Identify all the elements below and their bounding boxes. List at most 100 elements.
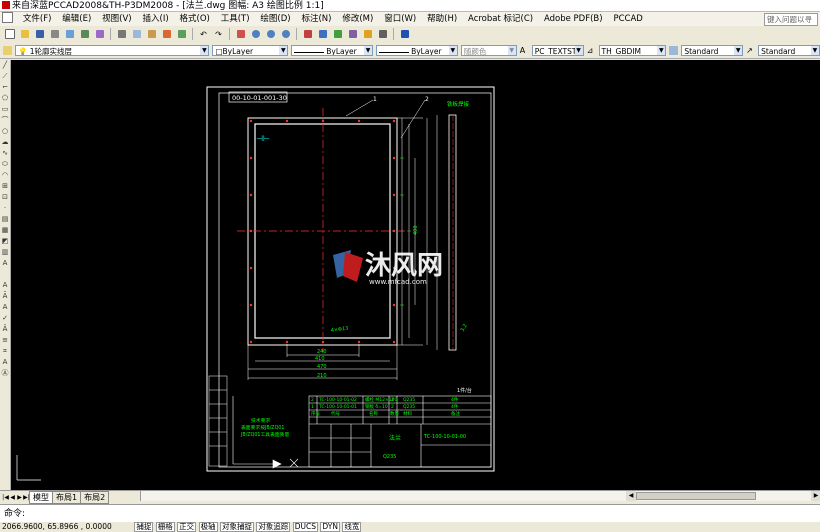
- calculator-icon[interactable]: [376, 28, 389, 41]
- polyline-icon[interactable]: ⌐: [0, 82, 10, 93]
- publish-icon[interactable]: [78, 28, 91, 41]
- dim-style-dropdown[interactable]: TH_GBDIM ▼: [598, 45, 667, 56]
- menu-pccad[interactable]: PCCAD: [609, 12, 646, 26]
- design-center-icon[interactable]: [316, 28, 329, 41]
- tool-palettes-icon[interactable]: [331, 28, 344, 41]
- menu-edit[interactable]: 编辑(E): [58, 12, 95, 26]
- menu-file[interactable]: 文件(F): [19, 12, 56, 26]
- toggle-ducs[interactable]: DUCS: [292, 522, 318, 532]
- new-icon[interactable]: [3, 28, 16, 41]
- document-icon[interactable]: [2, 12, 13, 23]
- help-icon[interactable]: [398, 28, 411, 41]
- menu-draw[interactable]: 绘图(D): [256, 12, 294, 26]
- 3d-dwf-icon[interactable]: [93, 28, 106, 41]
- region-icon[interactable]: ◩: [0, 236, 10, 247]
- menu-tools[interactable]: 工具(T): [217, 12, 254, 26]
- scroll-left-icon[interactable]: ◀: [626, 491, 636, 501]
- toggle-osnap[interactable]: 对象捕捉: [219, 522, 254, 532]
- menu-dimension[interactable]: 标注(N): [297, 12, 335, 26]
- toggle-ortho[interactable]: 正交: [177, 522, 197, 532]
- gradient-icon[interactable]: ▦: [0, 225, 10, 236]
- zoom-previous-icon[interactable]: [279, 28, 292, 41]
- plot-icon[interactable]: [48, 28, 61, 41]
- properties-icon[interactable]: [301, 28, 314, 41]
- match-properties-icon[interactable]: [160, 28, 173, 41]
- revision-cloud-icon[interactable]: ☁: [0, 137, 10, 148]
- polygon-icon[interactable]: ⬠: [0, 93, 10, 104]
- save-icon[interactable]: [33, 28, 46, 41]
- cut-icon[interactable]: [115, 28, 128, 41]
- color-dropdown[interactable]: □ByLayer ▼: [212, 45, 289, 56]
- justify-text-icon[interactable]: ≡: [0, 335, 10, 346]
- layer-dropdown[interactable]: 💡 1轮廓实线层 ▼: [14, 45, 210, 56]
- menu-window[interactable]: 窗口(W): [380, 12, 420, 26]
- text-icon[interactable]: A: [0, 280, 10, 291]
- spell-check-icon[interactable]: ✓: [0, 313, 10, 324]
- toggle-lineweight[interactable]: 线宽: [342, 522, 362, 532]
- pan-icon[interactable]: [234, 28, 247, 41]
- linetype-dropdown[interactable]: ByLayer ▼: [291, 45, 374, 56]
- undo-icon[interactable]: ↶: [197, 28, 210, 41]
- lineweight-dropdown[interactable]: ByLayer ▼: [376, 45, 458, 56]
- text-convert-icon[interactable]: A: [0, 357, 10, 368]
- hatch-icon[interactable]: ▤: [0, 214, 10, 225]
- insert-block-icon[interactable]: ⊞: [0, 181, 10, 192]
- make-block-icon[interactable]: ⊡: [0, 192, 10, 203]
- horizontal-scrollbar[interactable]: ◀ ▶: [140, 491, 820, 501]
- preview-icon[interactable]: [63, 28, 76, 41]
- layer-manager-icon[interactable]: [3, 46, 12, 55]
- next-tab-icon[interactable]: ▶: [16, 493, 23, 502]
- menu-insert[interactable]: 插入(I): [139, 12, 173, 26]
- menu-modify[interactable]: 修改(M): [338, 12, 377, 26]
- multileader-style-dropdown[interactable]: Standard ▼: [758, 45, 820, 56]
- menu-acrobat[interactable]: Acrobat 标记(C): [464, 12, 537, 26]
- zoom-window-icon[interactable]: [264, 28, 277, 41]
- help-search-input[interactable]: 键入问题以寻: [764, 13, 818, 26]
- drawing-canvas[interactable]: 00-10-01-001-30 400 240 410 470 210 4×Φ1…: [11, 60, 820, 490]
- menu-view[interactable]: 视图(V): [98, 12, 135, 26]
- scroll-right-icon[interactable]: ▶: [811, 491, 820, 501]
- redo-icon[interactable]: ↷: [212, 28, 225, 41]
- open-icon[interactable]: [18, 28, 31, 41]
- sheet-set-icon[interactable]: [346, 28, 359, 41]
- ellipse-icon[interactable]: ⬭: [0, 159, 10, 170]
- table-icon[interactable]: ▥: [0, 247, 10, 258]
- text-scale-icon[interactable]: Â: [0, 324, 10, 335]
- menu-help[interactable]: 帮助(H): [423, 12, 461, 26]
- field-icon[interactable]: ⌗: [0, 346, 10, 357]
- tab-layout2[interactable]: 布局2: [80, 490, 110, 504]
- tab-layout1[interactable]: 布局1: [52, 490, 82, 504]
- block-editor-icon[interactable]: [175, 28, 188, 41]
- mtext-icon[interactable]: A: [0, 258, 10, 269]
- copy-icon[interactable]: [130, 28, 143, 41]
- plotstyle-dropdown[interactable]: 随颜色 ▼: [460, 45, 517, 56]
- menu-adobe-pdf[interactable]: Adobe PDF(B): [540, 12, 607, 26]
- text-find-icon[interactable]: A: [0, 302, 10, 313]
- toggle-otrack[interactable]: 对象追踪: [256, 522, 291, 532]
- markup-icon[interactable]: [361, 28, 374, 41]
- arc-icon[interactable]: ⌒: [0, 115, 10, 126]
- toggle-snap[interactable]: 捕捉: [134, 522, 154, 532]
- line-icon[interactable]: ╱: [0, 60, 10, 71]
- text-edit-icon[interactable]: Ā: [0, 291, 10, 302]
- scroll-thumb[interactable]: [636, 492, 756, 500]
- ellipse-arc-icon[interactable]: ◠: [0, 170, 10, 181]
- point-icon[interactable]: ·: [0, 203, 10, 214]
- command-line[interactable]: 命令:: [0, 504, 820, 522]
- rectangle-icon[interactable]: ▭: [0, 104, 10, 115]
- construction-line-icon[interactable]: ⟋: [0, 71, 10, 82]
- paste-icon[interactable]: [145, 28, 158, 41]
- text-style-icon[interactable]: Ⓐ: [0, 368, 10, 379]
- first-tab-icon[interactable]: |◀: [2, 493, 9, 502]
- toggle-grid[interactable]: 栅格: [155, 522, 175, 532]
- tab-model[interactable]: 模型: [29, 490, 53, 504]
- menu-format[interactable]: 格式(O): [176, 12, 214, 26]
- text-style-dropdown[interactable]: PC_TEXTST1 ▼: [531, 45, 584, 56]
- table-style-dropdown[interactable]: Standard ▼: [681, 45, 744, 56]
- toggle-polar[interactable]: 极轴: [198, 522, 218, 532]
- spline-icon[interactable]: ∿: [0, 148, 10, 159]
- prev-tab-icon[interactable]: ◀: [9, 493, 16, 502]
- zoom-realtime-icon[interactable]: [249, 28, 262, 41]
- circle-icon[interactable]: ○: [0, 126, 10, 137]
- toggle-dyn[interactable]: DYN: [320, 522, 340, 532]
